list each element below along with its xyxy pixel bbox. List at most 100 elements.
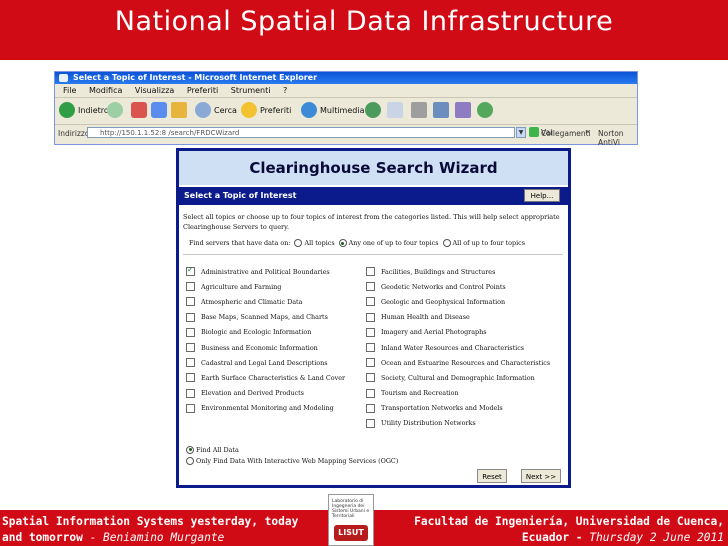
forward-button[interactable] (107, 102, 123, 118)
topic-checkbox-item[interactable]: Business and Economic Information (186, 340, 345, 355)
address-dropdown-chevron-icon[interactable]: ▼ (516, 127, 526, 138)
slide-title: National Spatial Data Infrastructure (114, 6, 614, 37)
menu-tools[interactable]: Strumenti (231, 86, 271, 95)
topic-checkbox[interactable] (186, 343, 195, 353)
links-chevron-icon[interactable]: » (585, 127, 590, 136)
topic-checkbox[interactable] (186, 388, 195, 398)
footer-date-line: Ecuador - Thursday 2 June 2011 (386, 530, 724, 546)
radio-any-of-four[interactable] (338, 239, 347, 247)
topic-checkbox-item[interactable]: Geologic and Geophysical Information (366, 294, 550, 309)
menu-view[interactable]: Visualizza (135, 86, 174, 95)
address-field[interactable]: http://150.1.1.52:8 /search/FRDCWizard (87, 127, 515, 138)
topic-checkbox[interactable] (366, 297, 375, 307)
search-label: Cerca (214, 105, 237, 115)
radio-all-topics[interactable] (294, 239, 303, 247)
topic-checkbox-item[interactable]: Facilities, Buildings and Structures (366, 264, 550, 279)
topic-label: Geologic and Geophysical Information (381, 297, 506, 306)
history-button[interactable] (365, 102, 381, 118)
topic-checkbox[interactable] (186, 282, 195, 292)
next-button[interactable]: Next >> (521, 469, 561, 483)
topic-checkbox[interactable] (186, 327, 195, 337)
edit-icon (433, 102, 449, 118)
topic-checkbox[interactable] (186, 403, 195, 413)
topic-checkbox[interactable] (186, 373, 195, 383)
option-all-of-four[interactable]: All of up to four topics (442, 239, 525, 247)
topic-checkbox-item[interactable]: Agriculture and Farming (186, 279, 345, 294)
topic-checkbox[interactable] (366, 388, 375, 398)
topic-checkbox-item[interactable]: Cadastral and Legal Land Descriptions (186, 355, 345, 370)
topic-checkbox[interactable] (366, 418, 375, 428)
topic-checkbox-item[interactable]: Transportation Networks and Models (366, 401, 550, 416)
topic-label: Environmental Monitoring and Modeling (201, 404, 334, 413)
refresh-button[interactable] (151, 102, 167, 118)
topic-checkbox-item[interactable]: Human Health and Disease (366, 310, 550, 325)
topic-checkbox-item[interactable]: Elevation and Derived Products (186, 386, 345, 401)
option-find-all-data[interactable]: Find All Data (186, 444, 398, 455)
option-any-of-four[interactable]: Any one of up to four topics (338, 239, 439, 247)
topic-checkbox-item[interactable]: Tourism and Recreation (366, 386, 550, 401)
radio-ogc-only[interactable] (186, 456, 194, 465)
topic-checkbox[interactable] (186, 297, 195, 307)
topic-label: Earth Surface Characteristics & Land Cov… (201, 373, 346, 382)
topic-checkbox[interactable] (366, 282, 375, 292)
search-button[interactable]: Cerca (195, 102, 237, 118)
topic-checkbox[interactable] (366, 312, 375, 322)
discuss-button[interactable] (455, 102, 471, 118)
radio-all-of-four[interactable] (442, 239, 451, 247)
topic-checkbox-item[interactable]: Environmental Monitoring and Modeling (186, 401, 345, 416)
logo-caption: Laboratorio di Ingegneria dei Sistemi Ur… (332, 499, 370, 519)
topic-checkbox-item[interactable]: Society, Cultural and Demographic Inform… (366, 370, 550, 385)
topic-checkbox-item[interactable]: Geodetic Networks and Control Points (366, 279, 550, 294)
topic-checkbox-item[interactable]: Inland Water Resources and Characteristi… (366, 340, 550, 355)
favorites-button[interactable]: Preferiti (241, 102, 291, 118)
topic-checkbox[interactable] (366, 327, 375, 337)
topic-checkbox-item[interactable]: Imagery and Aerial Photographs (366, 325, 550, 340)
topic-checkbox-item[interactable]: Utility Distribution Networks (366, 416, 550, 431)
topic-label: Administrative and Political Boundaries (201, 267, 330, 276)
option-ogc-only-label: Only Find Data With Interactive Web Mapp… (196, 456, 399, 465)
help-button[interactable]: Help... (524, 189, 560, 202)
radio-find-all-data[interactable] (186, 445, 194, 454)
topic-checkbox[interactable] (366, 403, 375, 413)
mail-button[interactable] (387, 102, 403, 118)
edit-button[interactable] (433, 102, 449, 118)
footer-author: - Beniamino Murgante (89, 531, 225, 544)
option-ogc-only[interactable]: Only Find Data With Interactive Web Mapp… (186, 455, 398, 466)
wizard-title: Clearinghouse Search Wizard (249, 159, 498, 177)
footer-right: Facultad de Ingeniería, Universidad de C… (386, 514, 724, 546)
topic-checkbox[interactable] (366, 358, 375, 368)
address-bar: Indirizzo http://150.1.1.52:8 /search/FR… (55, 125, 637, 147)
media-label: Multimedia (320, 105, 365, 115)
topic-checkbox[interactable] (366, 373, 375, 383)
search-wizard-panel: Clearinghouse Search Wizard Select a Top… (176, 148, 571, 488)
norton-antivirus-label[interactable]: Norton AntiVi (598, 129, 637, 147)
topic-checkbox[interactable] (186, 265, 195, 277)
stop-button[interactable] (131, 102, 147, 118)
menu-edit[interactable]: Modifica (89, 86, 122, 95)
menu-help[interactable]: ? (283, 86, 287, 95)
topic-label: Human Health and Disease (381, 313, 470, 322)
topic-label: Transportation Networks and Models (381, 404, 503, 413)
title-band: National Spatial Data Infrastructure (0, 0, 728, 60)
print-button[interactable] (411, 102, 427, 118)
messenger-button[interactable] (477, 102, 493, 118)
topic-checkbox-item[interactable]: Base Maps, Scanned Maps, and Charts (186, 310, 345, 325)
menu-favorites[interactable]: Preferiti (187, 86, 218, 95)
topic-checkbox[interactable] (186, 312, 195, 322)
topic-checkbox-item[interactable]: Administrative and Political Boundaries (186, 264, 345, 279)
topic-checkbox-item[interactable]: Earth Surface Characteristics & Land Cov… (186, 370, 345, 385)
topic-checkbox-item[interactable]: Ocean and Estuarine Resources and Charac… (366, 355, 550, 370)
topic-checkbox[interactable] (366, 267, 375, 277)
topic-checkbox[interactable] (366, 343, 375, 353)
reset-button[interactable]: Reset (477, 469, 507, 483)
topic-checkbox-item[interactable]: Biologic and Ecologic Information (186, 325, 345, 340)
footer-course-title: Spatial Information Systems yesterday, t… (2, 515, 299, 528)
home-button[interactable] (171, 102, 187, 118)
topic-checkbox[interactable] (186, 358, 195, 368)
option-all-topics[interactable]: All topics (294, 239, 335, 247)
links-label[interactable]: Collegamenti (541, 129, 591, 138)
topic-checkbox-item[interactable]: Atmospheric and Climatic Data (186, 294, 345, 309)
media-button[interactable]: Multimedia (301, 102, 364, 118)
menu-file[interactable]: File (63, 86, 76, 95)
back-button[interactable]: Indietro (59, 102, 109, 118)
